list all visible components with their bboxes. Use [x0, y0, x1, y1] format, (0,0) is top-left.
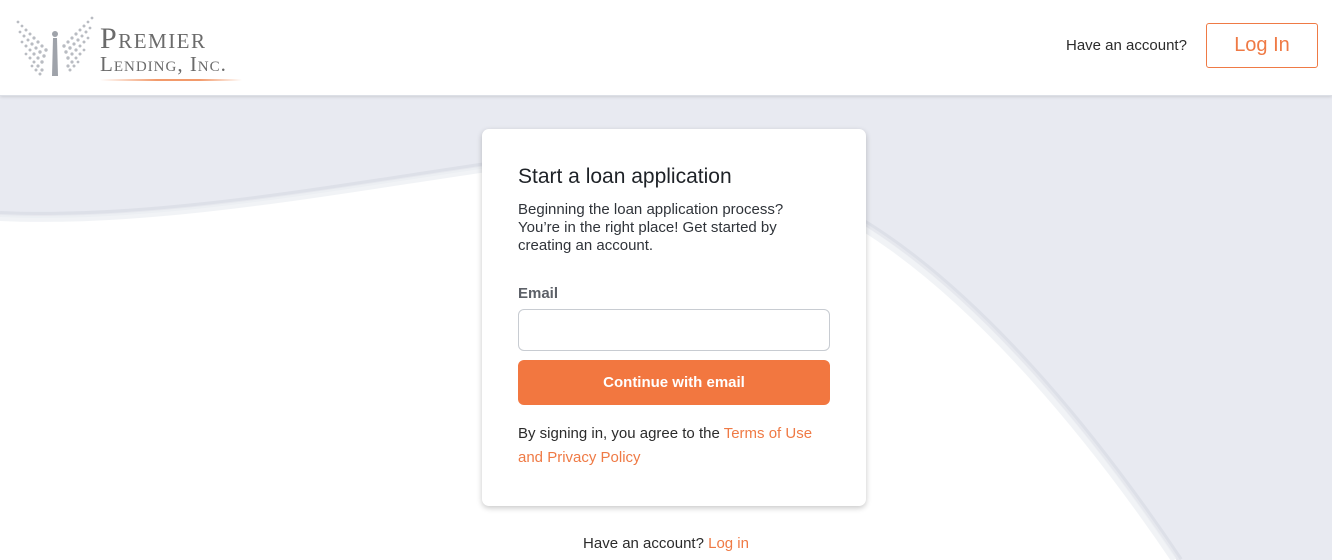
terms-notice: By signing in, you agree to the Terms of… [518, 422, 828, 470]
continue-with-email-button[interactable]: Continue with email [518, 360, 830, 405]
wings-icon [16, 16, 94, 76]
premier-lending-logo[interactable]: Premier Lending, Inc. [10, 12, 250, 82]
loan-application-card: Start a loan application Beginning the l… [482, 129, 866, 506]
header-login-button[interactable]: Log In [1206, 23, 1318, 68]
terms-prefix: By signing in, you agree to the [518, 425, 724, 442]
brand-name-line1: Premier [100, 22, 207, 55]
card-title: Start a loan application [518, 165, 732, 188]
brand-underline [100, 79, 242, 81]
brand-name-line2: Lending, Inc. [100, 52, 227, 76]
site-header: Premier Lending, Inc. Have an account? L… [0, 0, 1332, 96]
email-label: Email [518, 285, 559, 302]
email-input[interactable] [518, 309, 830, 351]
header-account-prompt: Have an account? [1066, 37, 1187, 54]
page: Premier Lending, Inc. Have an account? L… [0, 0, 1332, 560]
footer-account-prompt: Have an account? [583, 535, 709, 552]
footer-login-link[interactable]: Log in [708, 535, 749, 552]
footer-account: Have an account? Log in [0, 535, 1332, 552]
brand-wordmark: Premier Lending, Inc. [100, 24, 242, 81]
card-description: Beginning the loan application process? … [518, 201, 784, 254]
